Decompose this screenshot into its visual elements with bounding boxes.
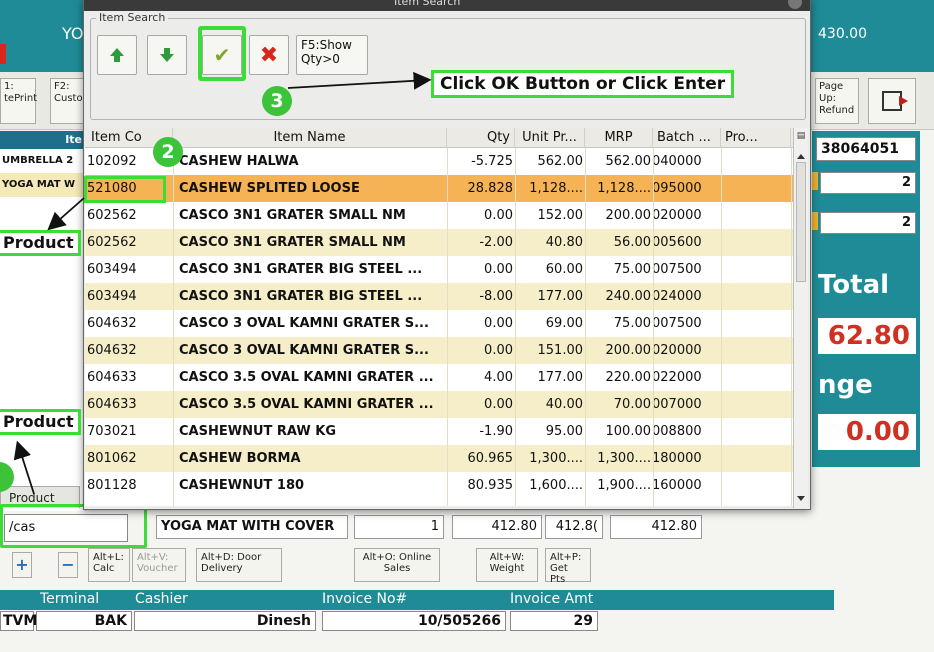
code-arrow [47,197,85,231]
pos-screen: YO 430.00 1: tePrint F2: Custo Page Up: … [0,0,934,652]
search-arrow [13,440,35,495]
annotation-arrows [13,71,432,495]
ok-arrow [287,71,432,90]
